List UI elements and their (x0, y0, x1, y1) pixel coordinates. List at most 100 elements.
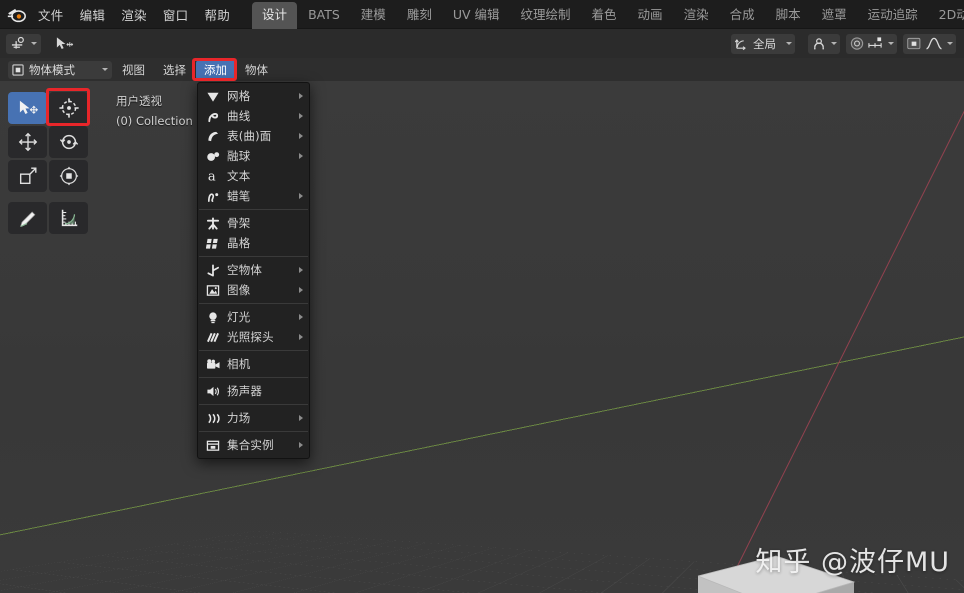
select-move-tool-icon[interactable] (51, 34, 77, 54)
workspace-tab-motion-tracking[interactable]: 运动追踪 (858, 2, 928, 29)
tool-rotate[interactable] (49, 126, 88, 158)
curve-icon (204, 108, 222, 124)
mode-label: 物体模式 (29, 62, 75, 77)
menu-item-camera[interactable]: 相机 (198, 354, 309, 374)
menu-item-empty[interactable]: 空物体 (198, 260, 309, 280)
chevron-right-icon (299, 93, 303, 99)
menu-item-label: 曲线 (227, 109, 251, 123)
workspace-tab-compositing[interactable]: 合成 (720, 2, 765, 29)
menu-item-label: 灯光 (227, 310, 251, 324)
workspace-tab-rendering[interactable]: 渲染 (674, 2, 719, 29)
menu-item-lattice[interactable]: 晶格 (198, 233, 309, 253)
menu-help[interactable]: 帮助 (196, 2, 238, 27)
3d-viewport[interactable]: 用户透视 (0) Collection | P 知乎 @波仔MU (0, 81, 964, 593)
rotate-arc-icon (59, 134, 78, 150)
menu-item-collection-instance[interactable]: 集合实例 (198, 435, 309, 455)
chevron-right-icon (299, 334, 303, 340)
tool-annotate[interactable] (8, 202, 47, 234)
workspace-tab-texture-paint[interactable]: 纹理绘制 (511, 2, 581, 29)
viewport-grid (0, 81, 964, 593)
chevron-right-icon (299, 193, 303, 199)
empty-axes-icon (204, 262, 222, 278)
workspace-tab-animation[interactable]: 动画 (628, 2, 673, 29)
menu-item-label: 相机 (227, 357, 251, 371)
tool-move[interactable] (8, 126, 47, 158)
menu-item-text[interactable]: a 文本 (198, 166, 309, 186)
menu-item-armature[interactable]: 骨架 (198, 213, 309, 233)
object-mode-icon (12, 63, 24, 76)
speaker-icon (204, 383, 222, 399)
menu-item-grease-pencil[interactable]: 蜡笔 (198, 186, 309, 206)
tool-scale[interactable] (8, 160, 47, 192)
menu-item-label: 骨架 (227, 216, 251, 230)
snapping-group[interactable] (808, 33, 840, 54)
menu-separator (199, 377, 308, 378)
top-menu-bar: 文件 编辑 渲染 窗口 帮助 设计 BATS 建模 雕刻 UV 编辑 纹理绘制 … (0, 0, 964, 29)
proportional-editing-group[interactable] (846, 33, 897, 54)
viewport-menu-object[interactable]: 物体 (237, 60, 276, 80)
workspace-tab-bats[interactable]: BATS (298, 2, 350, 29)
tool-measure[interactable] (49, 202, 88, 234)
viewport-menu-add[interactable]: 添加 (196, 59, 235, 80)
crosshair-cursor-icon (58, 98, 79, 118)
blender-window: 文件 编辑 渲染 窗口 帮助 设计 BATS 建模 雕刻 UV 编辑 纹理绘制 … (0, 0, 964, 593)
surface-icon (204, 128, 222, 144)
workspace-tab-sculpting[interactable]: 雕刻 (397, 2, 442, 29)
armature-icon (204, 215, 222, 231)
menu-item-light-probe[interactable]: 光照探头 (198, 327, 309, 347)
menu-separator (199, 256, 308, 257)
menu-render[interactable]: 渲染 (113, 2, 155, 27)
menu-item-label: 图像 (227, 283, 251, 297)
workspace-tab-shading[interactable]: 着色 (582, 2, 627, 29)
chevron-right-icon (299, 287, 303, 293)
viewport-menu-view[interactable]: 视图 (114, 60, 153, 80)
workspace-tab-design[interactable]: 设计 (252, 1, 298, 29)
menu-item-force-field[interactable]: 力场 (198, 408, 309, 428)
menu-item-light[interactable]: 灯光 (198, 307, 309, 327)
menu-item-label: 表(曲)面 (227, 129, 272, 143)
menu-separator (199, 209, 308, 210)
chevron-right-icon (299, 442, 303, 448)
menu-window[interactable]: 窗口 (155, 2, 197, 27)
menu-file[interactable]: 文件 (30, 2, 72, 27)
chevron-down-icon (102, 68, 108, 71)
menu-item-metaball[interactable]: 融球 (198, 146, 309, 166)
viewport-menu-select[interactable]: 选择 (155, 60, 194, 80)
tool-settings-right-group: 全局 (725, 29, 956, 58)
mode-dropdown[interactable]: 物体模式 (8, 60, 112, 79)
mirror-and-falloff-group[interactable] (903, 33, 956, 54)
smooth-falloff-curve-icon (926, 37, 942, 50)
tool-tweak[interactable] (8, 92, 47, 124)
menu-separator (199, 431, 308, 432)
workspace-tab-2d-animation[interactable]: 2D动画 (929, 2, 964, 29)
workspace-tab-uv-editing[interactable]: UV 编辑 (443, 2, 510, 29)
workspace-tab-modeling[interactable]: 建模 (351, 2, 396, 29)
menu-separator (199, 350, 308, 351)
menu-item-curve[interactable]: 曲线 (198, 106, 309, 126)
workspace-tab-scripting[interactable]: 脚本 (766, 2, 811, 29)
pencil-annotate-icon (19, 211, 35, 227)
proportional-edit-icon (850, 37, 864, 50)
menu-item-label: 文本 (227, 169, 251, 183)
transform-orientation-dropdown[interactable]: 全局 (731, 33, 795, 54)
lattice-icon (204, 235, 222, 251)
move-arrows-icon (18, 132, 37, 152)
menu-item-surface[interactable]: 表(曲)面 (198, 126, 309, 146)
chevron-down-icon (831, 42, 837, 45)
menu-item-label: 蜡笔 (227, 189, 251, 203)
workspace-tab-masking[interactable]: 遮罩 (812, 2, 857, 29)
tool-transform[interactable] (49, 160, 88, 192)
collection-instance-icon (204, 437, 222, 453)
chevron-down-icon (31, 42, 37, 45)
active-tool-cursor-icon[interactable] (6, 33, 41, 54)
tool-cursor[interactable] (49, 92, 88, 124)
menu-edit[interactable]: 编辑 (72, 2, 114, 27)
menu-item-label: 集合实例 (227, 438, 274, 452)
menu-item-speaker[interactable]: 扬声器 (198, 381, 309, 401)
blender-logo-icon[interactable] (6, 3, 26, 25)
add-dropdown-menu: 网格 曲线 表(曲)面 融球 a 文本 蜡笔 骨架 晶格 空物体 图像 灯光 光… (197, 82, 310, 459)
svg-text:a: a (208, 170, 216, 183)
cube-object[interactable] (658, 546, 868, 593)
menu-item-image[interactable]: 图像 (198, 280, 309, 300)
menu-item-mesh[interactable]: 网格 (198, 86, 309, 106)
